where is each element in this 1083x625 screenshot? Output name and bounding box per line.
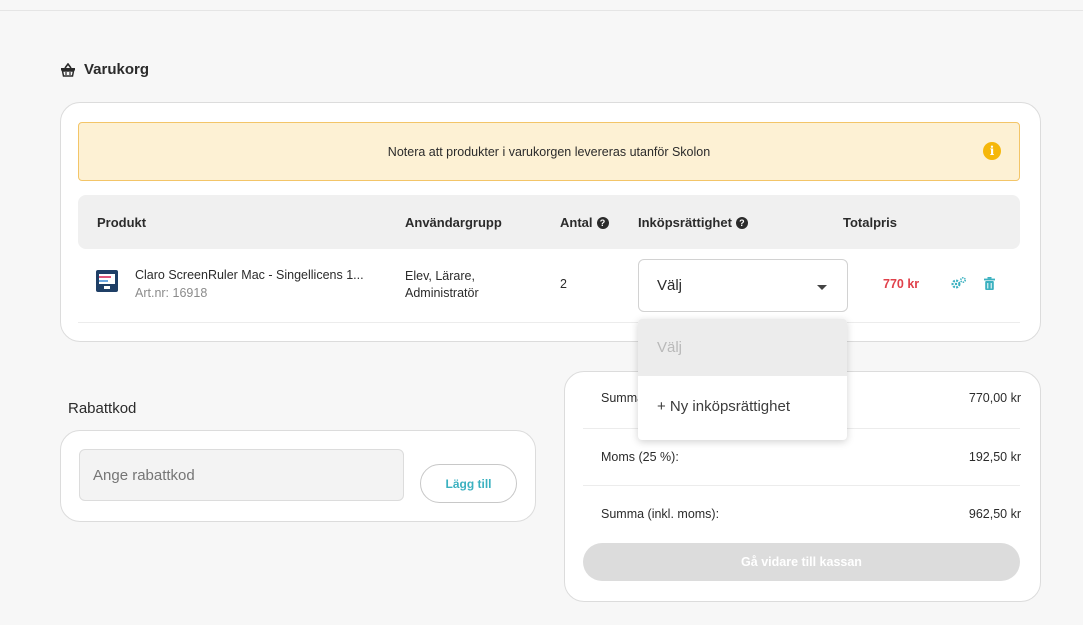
divider — [583, 485, 1020, 486]
header-purchase-right: Inköpsrättighet ? — [638, 215, 748, 230]
summary-label: Moms (25 %): — [601, 450, 679, 464]
chevron-down-icon — [817, 285, 827, 290]
header-product: Produkt — [97, 215, 147, 230]
dropdown-option-new-purchase-right[interactable]: + Ny inköpsrättighet — [638, 378, 847, 435]
help-icon[interactable]: ? — [596, 216, 609, 229]
section-title-text: Varukorg — [84, 61, 150, 78]
article-number: Art.nr: 16918 — [135, 286, 208, 300]
discount-label: Rabattkod — [68, 400, 137, 417]
summary-amount: 962,50 kr — [968, 507, 1021, 521]
purchase-right-select[interactable]: Välj — [638, 259, 848, 312]
row-total-price: 770 kr — [883, 277, 920, 291]
product-name[interactable]: Claro ScreenRuler Mac - Singellicens 1..… — [135, 268, 364, 282]
dropdown-option-choose: Välj — [638, 319, 847, 376]
summary-amount: 770,00 kr — [968, 391, 1021, 405]
info-icon[interactable]: i — [983, 142, 1001, 160]
section-title: Varukorg — [60, 61, 149, 78]
basket-icon — [61, 62, 75, 77]
notice-text: Notera att produkter i varukorgen levere… — [387, 144, 711, 159]
select-value: Välj — [657, 277, 683, 294]
summary-label: Summa (inkl. moms): — [601, 507, 720, 521]
header-total: Totalpris — [843, 215, 897, 230]
help-icon[interactable]: ? — [735, 216, 748, 229]
trash-icon[interactable] — [984, 277, 995, 290]
quantity-value: 2 — [560, 277, 567, 291]
header-usergroup: Användargrupp — [405, 215, 502, 230]
checkout-button[interactable]: Gå vidare till kassan — [583, 543, 1020, 581]
discount-code-input[interactable] — [79, 449, 404, 501]
settings-icon[interactable] — [951, 277, 967, 289]
top-bar — [0, 0, 1083, 11]
add-discount-button[interactable]: Lägg till — [420, 464, 517, 503]
product-thumbnail-icon — [96, 270, 118, 292]
summary-amount: 192,50 kr — [968, 450, 1021, 464]
table-row: Claro ScreenRuler Mac - Singellicens 1..… — [78, 250, 1020, 323]
delivery-notice: Notera att produkter i varukorgen levere… — [78, 122, 1020, 181]
table-header: Produkt Användargrupp Antal ? Inköpsrätt… — [78, 195, 1020, 249]
header-quantity: Antal ? — [560, 215, 609, 230]
purchase-right-dropdown: Välj + Ny inköpsrättighet — [638, 319, 847, 440]
usergroup-value: Elev, Lärare, Administratör — [405, 269, 479, 300]
